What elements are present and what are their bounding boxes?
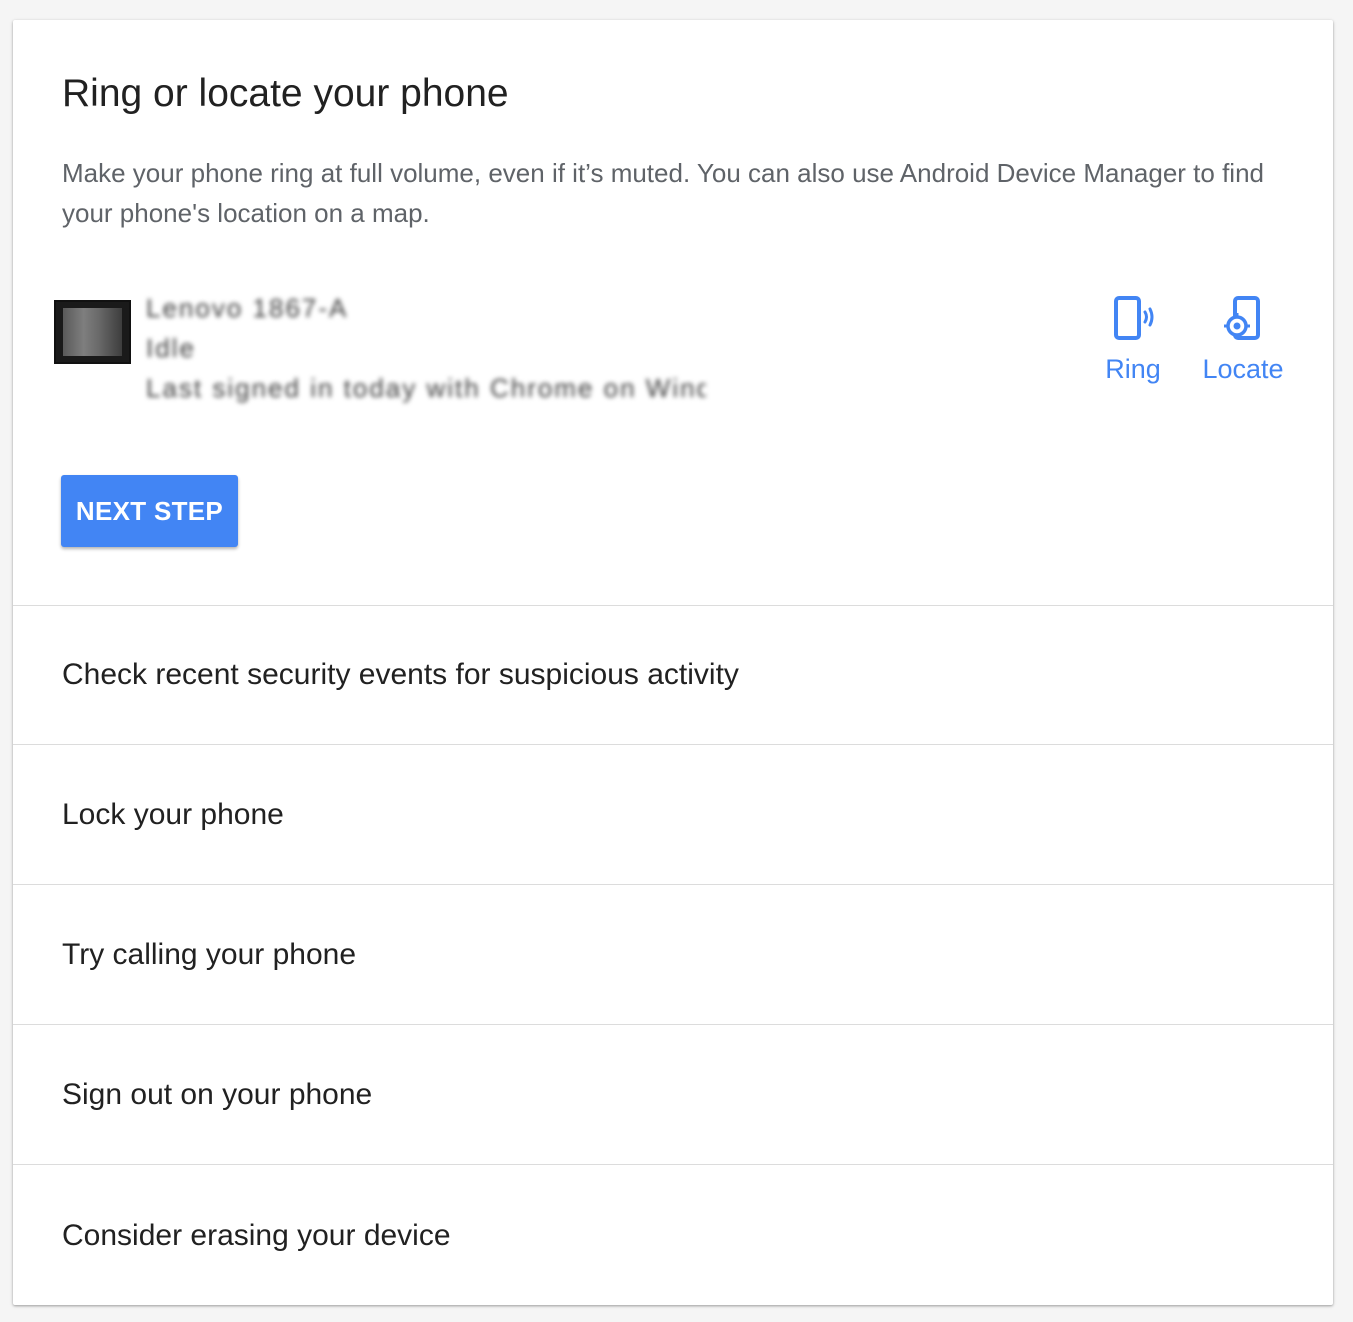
- find-phone-card: Ring or locate your phone Make your phon…: [13, 20, 1333, 1305]
- phone-ring-icon: [1114, 296, 1154, 340]
- ring-button[interactable]: Ring: [1093, 295, 1173, 395]
- device-last-seen: Last signed in today with Chrome on Wind…: [146, 373, 706, 403]
- step-label: Try calling your phone: [62, 938, 357, 971]
- step-item-call-phone[interactable]: Try calling your phone: [13, 886, 1333, 1025]
- step-item-security-events[interactable]: Check recent security events for suspici…: [13, 606, 1333, 745]
- device-screen: [63, 308, 122, 356]
- step-description: Make your phone ring at full volume, eve…: [62, 158, 1265, 228]
- ring-label: Ring: [1105, 354, 1161, 384]
- step-label: Sign out on your phone: [62, 1078, 373, 1111]
- phone-locate-icon: [1224, 296, 1260, 340]
- step-label: Lock your phone: [62, 798, 284, 831]
- step-item-lock-phone[interactable]: Lock your phone: [13, 746, 1333, 885]
- step-label: Check recent security events for suspici…: [62, 658, 739, 691]
- locate-label: Locate: [1202, 354, 1284, 384]
- device-info: Lenovo 1867-A Idle Last signed in today …: [146, 288, 706, 408]
- ring-or-locate-step: Ring or locate your phone Make your phon…: [13, 20, 1333, 606]
- device-thumbnail: [54, 300, 131, 364]
- step-item-sign-out[interactable]: Sign out on your phone: [13, 1026, 1333, 1165]
- step-title: Ring or locate your phone: [62, 72, 509, 115]
- step-label: Consider erasing your device: [62, 1218, 451, 1252]
- next-step-button[interactable]: NEXT STEP: [61, 475, 238, 547]
- locate-button[interactable]: Locate: [1193, 295, 1293, 395]
- step-item-erase-device[interactable]: Consider erasing your device: [13, 1166, 1333, 1305]
- device-name: Lenovo 1867-A: [146, 293, 349, 323]
- device-status: Idle: [146, 333, 196, 363]
